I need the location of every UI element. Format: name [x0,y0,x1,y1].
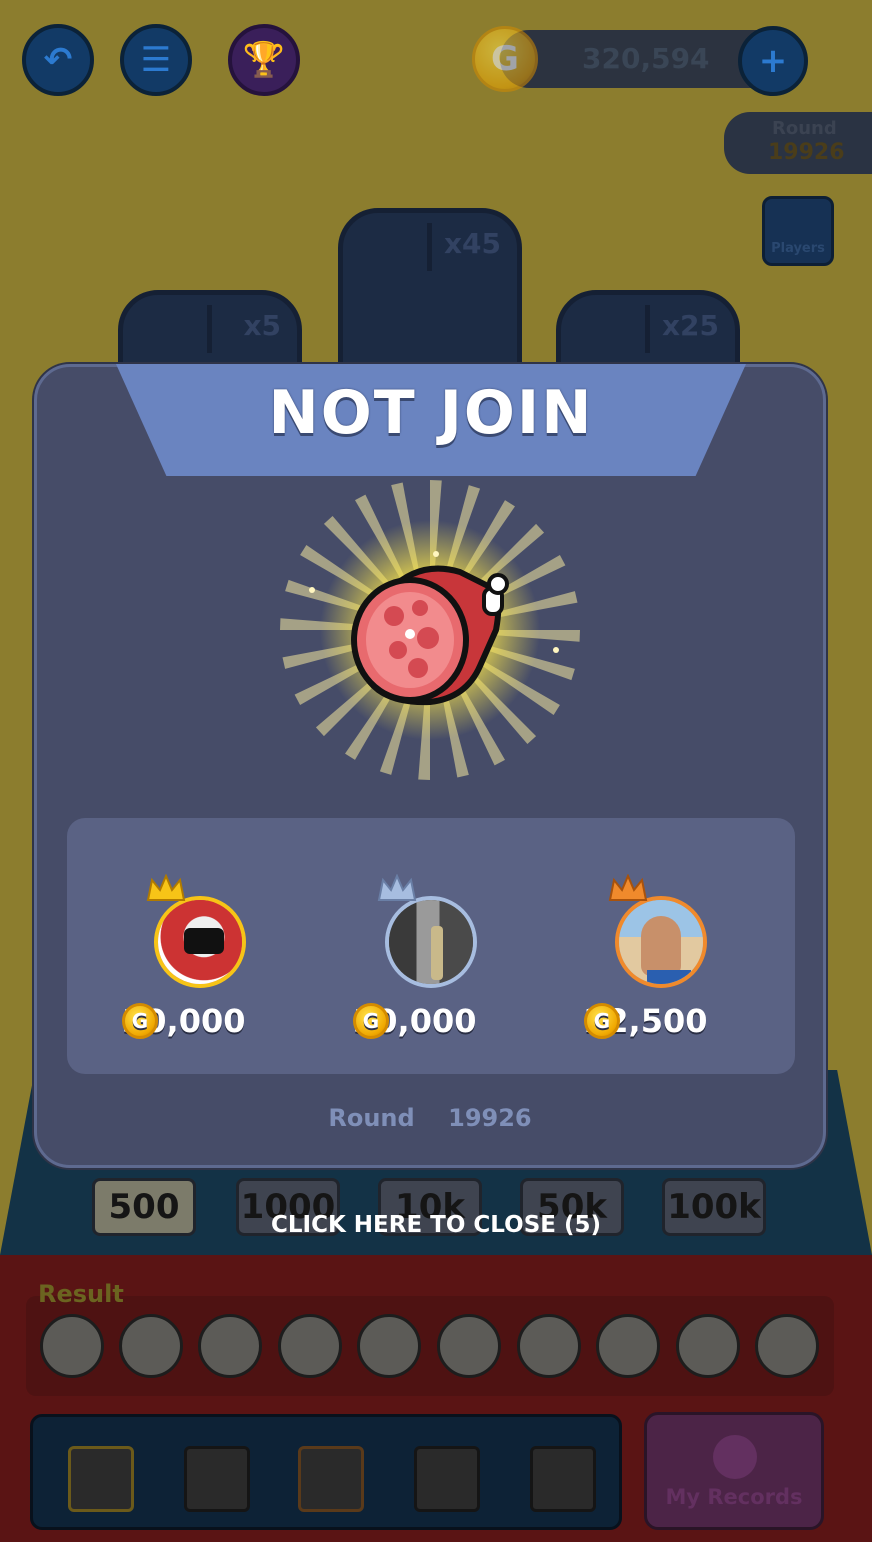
food-multiplier: x45 [443,227,501,260]
player-avatar[interactable] [298,1446,364,1512]
winner-avatar-1[interactable] [154,896,246,988]
result-label: Result [38,1280,124,1308]
bronze-crown-icon [608,874,648,901]
coin-icon: G [353,1003,389,1039]
lettuce-icon [357,1314,421,1378]
plus-icon: + [758,41,788,81]
food-multiplier: x5 [243,309,281,342]
coin-icon: G [122,1003,158,1039]
my-records-button[interactable]: My Records [644,1412,824,1530]
player-avatar[interactable] [530,1446,596,1512]
player-avatar[interactable] [68,1446,134,1512]
winner-amount-3: G 22,500 [584,1002,707,1040]
modal-title: NOT JOIN [268,378,594,448]
back-button[interactable]: ↶ [22,24,94,96]
lettuce-icon [517,1314,581,1378]
menu-button[interactable]: ☰ [120,24,192,96]
back-arrow-icon: ↶ [43,40,73,80]
food-multiplier: x25 [661,309,719,342]
trophy-button[interactable]: 🏆 [228,24,300,96]
winner-amount-1: G 30,000 [122,1002,245,1040]
pizza-icon [596,1314,660,1378]
modal-round-info: Round 19926 [34,1104,826,1132]
player-avatar[interactable] [184,1446,250,1512]
prize-burst [280,480,580,780]
trophy-icon: 🏆 [242,40,286,80]
burger-icon [676,1314,740,1378]
silver-crown-icon [377,874,417,901]
pizza-icon [755,1314,819,1378]
watermelon-icon [119,1314,183,1378]
lettuce-icon [278,1314,342,1378]
close-modal-button[interactable]: CLICK HERE TO CLOSE (5) [0,1212,872,1238]
players-label: Players [771,241,825,256]
gold-crown-icon [146,874,186,901]
round-tag: Round 19926 [724,112,872,174]
winner-avatar-2[interactable] [385,896,477,988]
list-icon: ☰ [140,40,172,80]
clock-icon [713,1435,757,1479]
winner-avatar-3[interactable] [615,896,707,988]
pizza-icon [437,1314,501,1378]
coin-icon: G [472,26,538,92]
add-coins-button[interactable]: + [738,26,808,96]
modal-round-label: Round [328,1104,415,1132]
my-records-label: My Records [665,1485,803,1509]
chicken-icon [357,223,432,271]
pizza-icon [198,1314,262,1378]
round-tag-number: 19926 [768,140,845,165]
meat-icon [40,1314,104,1378]
shrimp-icon [575,305,650,353]
coin-icon: G [584,1003,620,1039]
coin-balance: 320,594 [582,42,710,75]
round-tag-label: Round [772,118,837,139]
players-button[interactable]: Players [762,196,834,266]
player-avatar[interactable] [414,1446,480,1512]
winner-amount-2: G 30,000 [353,1002,476,1040]
modal-round-number: 19926 [448,1104,532,1132]
lettuce-icon [137,305,212,353]
